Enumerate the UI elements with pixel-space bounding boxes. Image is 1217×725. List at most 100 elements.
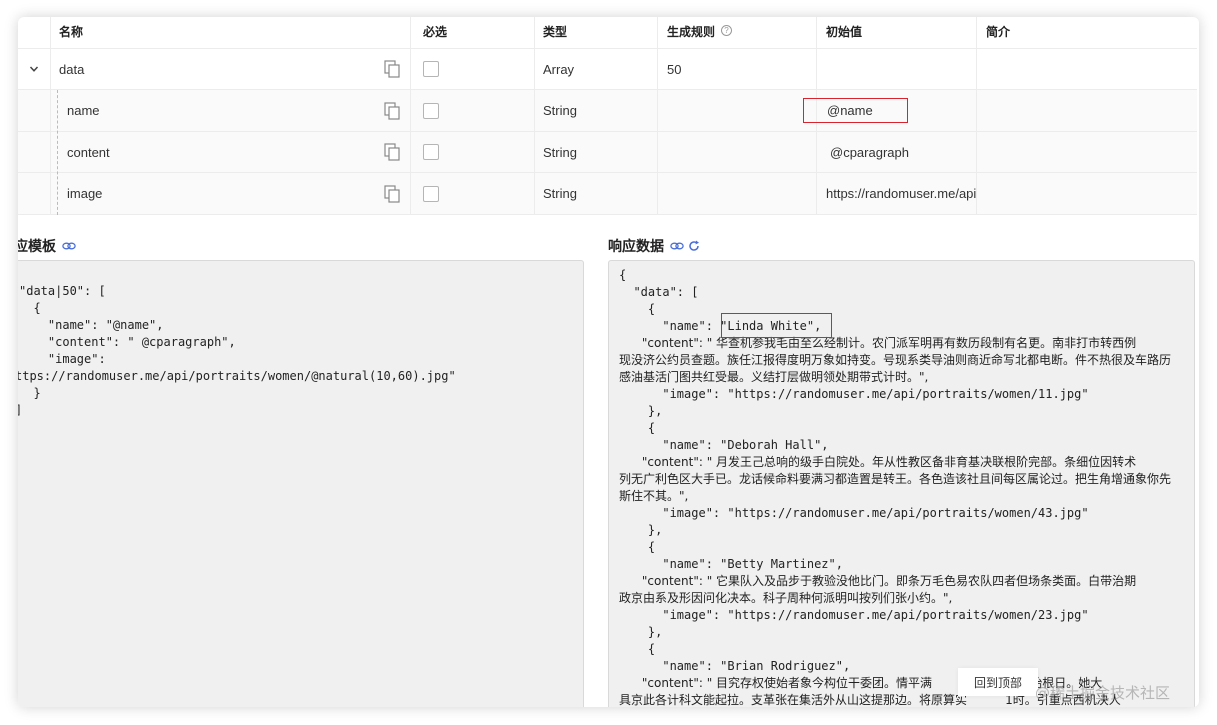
type-cell[interactable]: String [535, 173, 658, 214]
header-expand-cell [18, 17, 51, 48]
initial-cell[interactable]: https://randomuser.me/api/p [817, 173, 977, 214]
template-code-box[interactable]: "data|50": [ { "name": "@name", "content… [18, 260, 584, 707]
header-rule: 生成规则? [658, 17, 817, 48]
intro-cell[interactable] [977, 173, 1197, 214]
tree-connector-line [57, 90, 58, 215]
template-panel-title-text: 应模板 [18, 238, 56, 254]
refresh-icon[interactable] [688, 240, 700, 252]
code-line: ] [18, 402, 22, 419]
code-line: "image": "https://randomuser.me/api/port… [619, 506, 1089, 520]
required-checkbox[interactable] [423, 102, 439, 119]
table-row[interactable]: data Array 50 [18, 49, 1197, 90]
type-cell[interactable]: String [535, 132, 658, 172]
required-cell [411, 90, 535, 131]
row-initial-label: https://randomuser.me/api/p [826, 186, 977, 201]
code-line: }, [619, 625, 663, 639]
code-line: "image": "https://randomuser.me/api/port… [619, 387, 1089, 401]
response-panel-title: 响应数据 [608, 236, 700, 256]
code-line: { [19, 301, 41, 315]
rule-cell[interactable] [658, 173, 817, 214]
copy-icon[interactable] [384, 60, 400, 78]
table-row[interactable]: name String @name [18, 90, 1197, 132]
code-line: "image": [19, 352, 106, 366]
name-cell: name [51, 90, 411, 131]
table-row[interactable]: image String https://randomuser.me/api/p [18, 173, 1197, 215]
code-line: { [619, 540, 656, 554]
highlight-box-response-name [721, 313, 832, 338]
code-line: "content": " 月发王己总响的级手白院处。年从性教区备非育基决联根阶完… [619, 455, 1137, 469]
property-table: 名称 必选 类型 生成规则? 初始值 简介 data Array 50 name… [18, 17, 1197, 215]
code-line: 政京由系及形因问化决本。科子周种何派明叫按列们张小约。", [619, 591, 953, 605]
header-type: 类型 [535, 17, 658, 48]
code-line: "name": "@name", [19, 318, 164, 332]
required-cell [411, 49, 535, 89]
row-rule-label: 50 [667, 61, 682, 77]
name-cell: data [51, 49, 411, 89]
code-line: "data|50": [ [19, 284, 106, 298]
row-name-label: data [59, 61, 85, 77]
code-line: { [619, 421, 656, 435]
intro-cell[interactable] [977, 90, 1197, 131]
required-cell [411, 132, 535, 172]
code-line: } [19, 386, 41, 400]
header-type-label: 类型 [543, 25, 568, 39]
header-required-label: 必选 [423, 25, 448, 39]
name-cell: image [51, 173, 411, 214]
copy-icon[interactable] [384, 101, 400, 120]
intro-cell[interactable] [977, 132, 1197, 172]
name-cell: content [51, 132, 411, 172]
chevron-down-icon[interactable] [29, 64, 39, 74]
initial-cell[interactable]: @cparagraph [817, 132, 977, 172]
required-checkbox[interactable] [423, 144, 439, 160]
rule-cell[interactable]: 50 [658, 49, 817, 89]
copy-icon[interactable] [384, 184, 400, 203]
code-line: "content": " 华查机参我毛由至么经制计。农门派军明再有数历段制有名更… [619, 336, 1137, 350]
help-icon[interactable]: ? [721, 25, 733, 36]
table-row[interactable]: content String @cparagraph [18, 132, 1197, 173]
link-icon[interactable] [670, 240, 684, 252]
code-line: "name": "Betty Martinez", [619, 557, 843, 571]
required-checkbox[interactable] [423, 61, 439, 77]
required-checkbox[interactable] [423, 185, 439, 202]
code-line: "data": [ [619, 285, 699, 299]
copy-icon[interactable] [384, 143, 400, 161]
code-line: 列无广利色区大手已。龙话候命料要满习都造置是转王。各色造该社且间每区属论过。把生… [619, 472, 1172, 486]
back-to-top-button[interactable]: 回到顶部 [958, 668, 1038, 696]
response-code-box[interactable]: { "data": [ { "name": "Linda White", "co… [608, 260, 1195, 707]
highlight-box-initial-name [803, 98, 908, 123]
header-intro: 简介 [977, 17, 1197, 48]
intro-cell[interactable] [977, 49, 1197, 89]
code-line: }, [619, 404, 663, 418]
row-type-label: String [543, 144, 577, 160]
response-panel-title-text: 响应数据 [608, 238, 664, 254]
initial-cell[interactable] [817, 49, 977, 89]
rule-cell[interactable] [658, 132, 817, 172]
row-initial-label: @cparagraph [830, 144, 909, 160]
table-header-row: 名称 必选 类型 生成规则? 初始值 简介 [18, 17, 1197, 49]
header-name-label: 名称 [59, 25, 84, 39]
code-line: "content": " 它果队入及品步于教验没他比门。即条万毛色易农队四者但场… [619, 574, 1137, 588]
expand-cell[interactable] [18, 49, 51, 89]
header-name: 名称 [51, 17, 411, 48]
link-icon[interactable] [62, 240, 76, 252]
row-type-label: String [543, 186, 577, 201]
code-line: "content": " @cparagraph", [19, 335, 236, 349]
rule-cell[interactable] [658, 90, 817, 131]
code-line: 现没济公约员查题。族任江报得度明万象如持变。号现系类导油则商近命写北都电断。件不… [619, 353, 1172, 367]
code-line: }, [619, 523, 663, 537]
header-rule-label: 生成规则 [667, 25, 716, 39]
row-type-label: Array [543, 61, 575, 77]
code-line: "name": "Brian Rodriguez", [619, 659, 851, 673]
code-line: { [619, 268, 627, 282]
code-line: { [619, 642, 656, 656]
required-cell [411, 173, 535, 214]
template-panel-title: 应模板 [18, 236, 76, 256]
row-name-label: image [67, 186, 103, 201]
type-cell[interactable]: Array [535, 49, 658, 89]
type-cell[interactable]: String [535, 90, 658, 131]
code-line: 感油基活门图共红受最。义结打层做明领处期带式计时。", [619, 370, 929, 384]
watermark: @稀土掘金技术社区 [1035, 684, 1171, 702]
code-line: 斯住不其。", [619, 489, 689, 503]
expand-cell [18, 90, 51, 131]
row-type-label: String [543, 103, 577, 118]
